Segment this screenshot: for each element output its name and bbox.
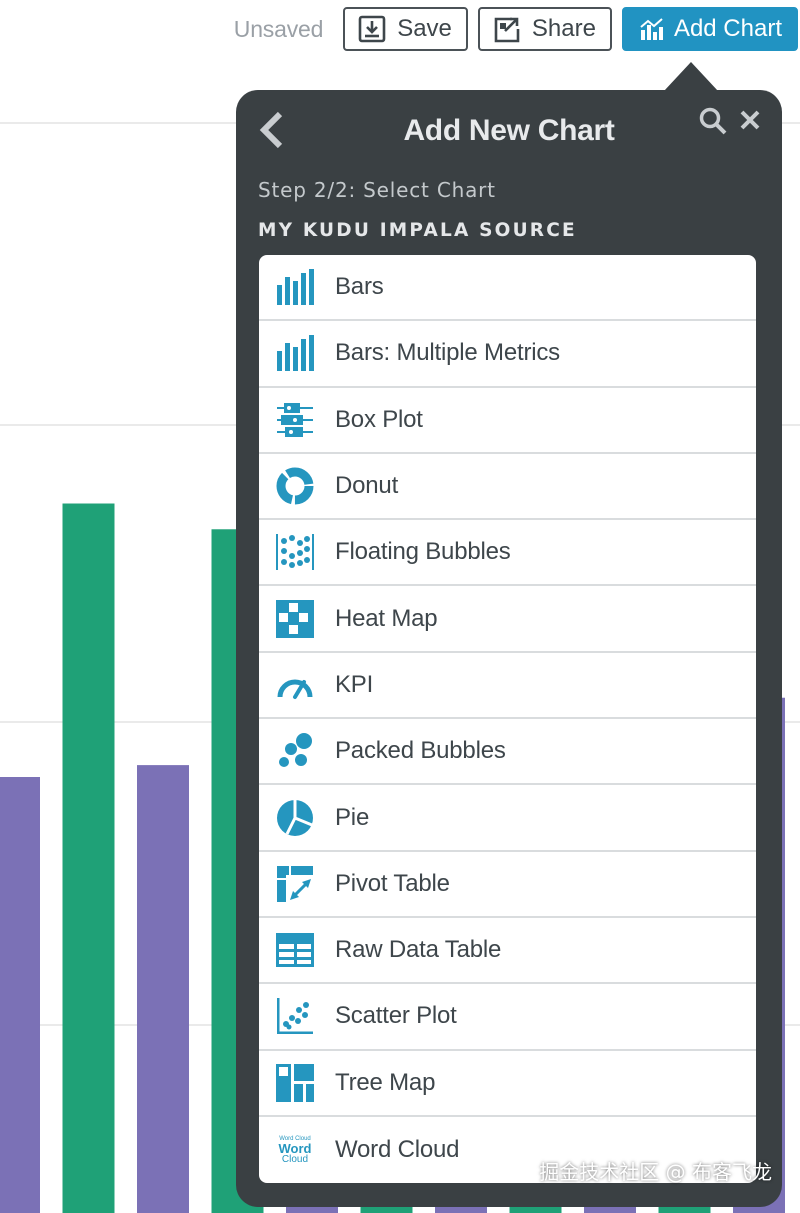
chart-type-label: Bars [335, 273, 384, 301]
heat-map-icon [275, 599, 315, 639]
chart-type-label: Donut [335, 472, 399, 500]
chart-type-pivot-table[interactable]: Pivot Table [259, 852, 756, 918]
chart-type-scatter-plot[interactable]: Scatter Plot [259, 984, 756, 1051]
chart-type-label: Packed Bubbles [335, 737, 506, 765]
chart-type-kpi[interactable]: KPI [259, 653, 756, 720]
bars-multiple-metrics-icon [275, 333, 315, 373]
chart-bar [137, 765, 189, 1213]
dashboard-toolbar: Unsaved Save Share Add Chart [234, 7, 798, 51]
search-icon[interactable] [698, 106, 728, 136]
floating-bubbles-icon [275, 532, 315, 572]
chart-type-label: Word Cloud [335, 1136, 460, 1163]
chart-type-tree-map[interactable]: Tree Map [259, 1051, 756, 1117]
bars-icon [275, 267, 315, 307]
step-indicator: Step 2/2: Select Chart [258, 178, 496, 202]
add-chart-icon [640, 18, 663, 40]
save-button[interactable]: Save [343, 7, 468, 51]
kpi-gauge-icon [275, 665, 315, 705]
chart-type-label: Box Plot [335, 405, 423, 433]
share-icon [494, 17, 520, 43]
word-cloud-icon: Word Cloud Word Cloud [278, 1135, 312, 1165]
chart-type-bars[interactable]: Bars [259, 255, 756, 322]
add-chart-button[interactable]: Add Chart [621, 7, 798, 51]
chart-type-label: Bars: Multiple Metrics [335, 339, 560, 367]
unsaved-status: Unsaved [233, 15, 324, 42]
save-label: Save [397, 15, 452, 42]
share-label: Share [531, 15, 596, 42]
chart-type-label: Pie [335, 803, 370, 831]
chart-type-box-plot[interactable]: Box Plot [259, 388, 756, 454]
raw-data-table-icon [275, 930, 315, 970]
box-plot-icon [275, 400, 315, 440]
tree-map-icon [275, 1063, 315, 1103]
chart-type-label: Tree Map [335, 1068, 436, 1096]
chart-type-label: Heat Map [335, 604, 438, 632]
save-icon [358, 15, 386, 43]
chart-type-list: Bars Bars: Multiple Metrics Box Plot Don… [259, 255, 756, 1184]
chart-type-label: Pivot Table [335, 869, 450, 897]
close-icon[interactable] [738, 108, 762, 132]
data-source-name: MY KUDU IMPALA SOURCE [258, 220, 577, 241]
share-button[interactable]: Share [477, 7, 612, 51]
watermark: 掘金技术社区 @ 布客飞龙 [539, 1160, 772, 1184]
popover-caret [664, 62, 718, 91]
chart-type-heat-map[interactable]: Heat Map [259, 586, 756, 653]
chart-bar [62, 503, 115, 1213]
donut-icon [275, 466, 315, 506]
chart-type-label: KPI [335, 670, 374, 698]
chart-type-label: Raw Data Table [335, 936, 502, 964]
pie-icon [275, 798, 315, 838]
chart-type-donut[interactable]: Donut [259, 454, 756, 521]
chart-type-floating-bubbles[interactable]: Floating Bubbles [259, 520, 756, 587]
chart-bar [0, 777, 40, 1213]
pivot-table-icon [275, 864, 315, 904]
chart-type-label: Scatter Plot [335, 1002, 457, 1030]
chart-type-pie[interactable]: Pie [259, 785, 756, 852]
chart-type-bars-multiple-metrics[interactable]: Bars: Multiple Metrics [259, 321, 756, 388]
add-chart-popover: Add New Chart Step 2/2: Select Chart MY … [236, 90, 782, 1207]
packed-bubbles-icon [275, 731, 315, 771]
chart-type-packed-bubbles[interactable]: Packed Bubbles [259, 719, 756, 786]
add-chart-label: Add Chart [673, 15, 782, 42]
chart-type-label: Floating Bubbles [335, 538, 511, 566]
chart-type-raw-data-table[interactable]: Raw Data Table [259, 918, 756, 985]
scatter-plot-icon [275, 996, 315, 1036]
